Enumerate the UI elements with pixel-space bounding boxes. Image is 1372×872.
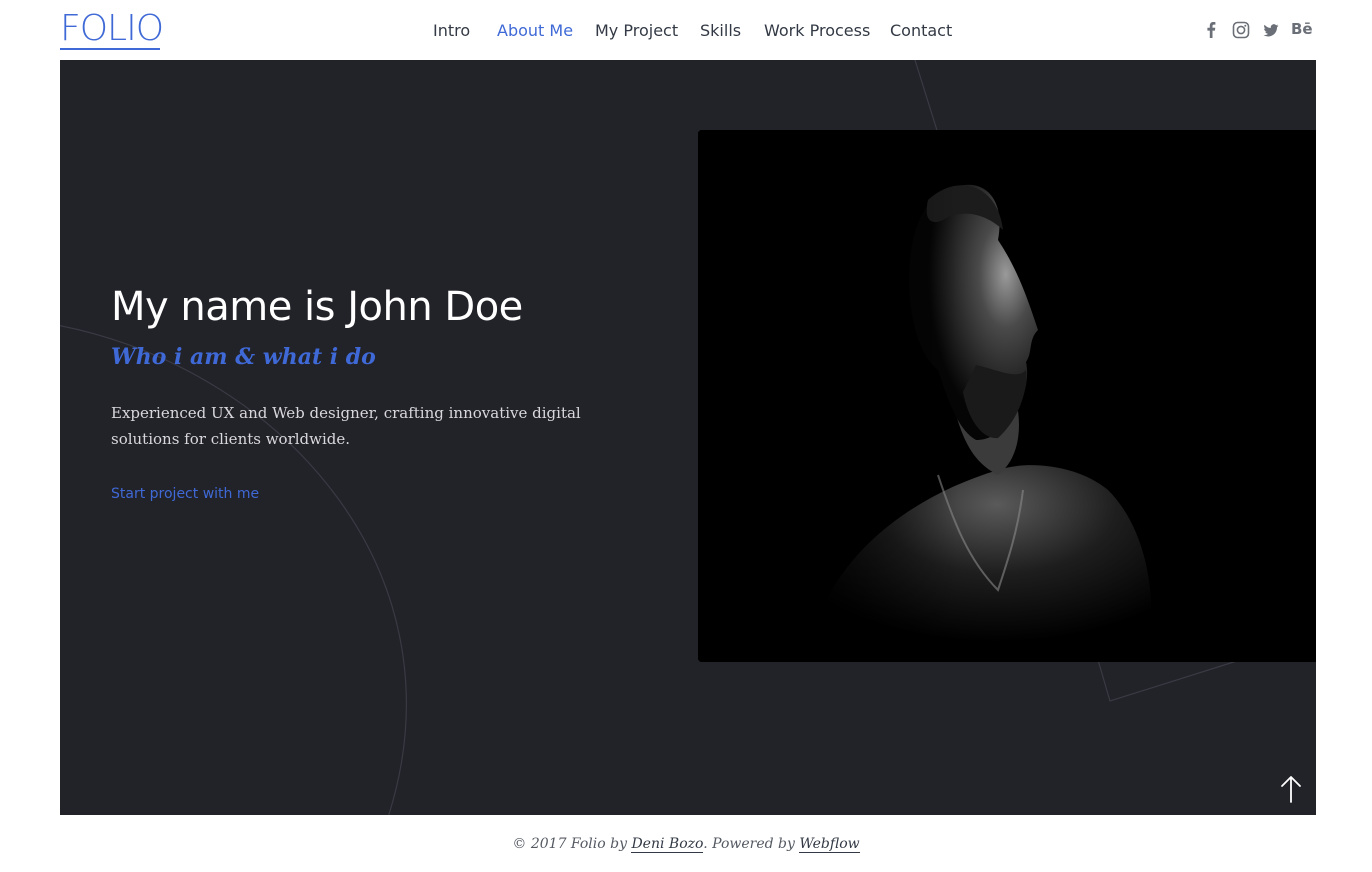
nav-item-work-process[interactable]: Work Process	[764, 19, 870, 43]
nav-item-about-me[interactable]: About Me	[497, 19, 573, 43]
instagram-icon[interactable]	[1232, 18, 1250, 42]
nav-item-intro[interactable]: Intro	[433, 19, 470, 43]
footer-author-link[interactable]: Deni Bozo	[631, 836, 704, 853]
start-project-link[interactable]: Start project with me	[111, 484, 259, 504]
footer-webflow-link[interactable]: Webflow	[799, 836, 860, 853]
twitter-icon[interactable]	[1262, 18, 1280, 42]
hero-description: Experienced UX and Web designer, craftin…	[111, 404, 581, 448]
hero-title: My name is John Doe	[111, 284, 523, 330]
hero-subtitle: Who i am & what i do	[111, 344, 376, 370]
logo-underline	[60, 48, 160, 50]
footer-copyright: © 2017 Folio by	[512, 836, 632, 852]
main-nav: Intro About Me My Project Skills Work Pr…	[0, 19, 1372, 43]
nav-item-skills[interactable]: Skills	[700, 19, 741, 43]
arrow-up-icon	[1281, 776, 1301, 803]
site-footer: © 2017 Folio by Deni Bozo. Powered by We…	[0, 832, 1372, 856]
about-hero: My name is John Doe Who i am & what i do…	[60, 60, 1316, 815]
site-header: FOLIO Intro About Me My Project Skills W…	[0, 0, 1372, 60]
nav-item-my-project[interactable]: My Project	[595, 19, 678, 43]
portrait-silhouette	[698, 130, 1316, 662]
profile-photo	[698, 130, 1316, 662]
behance-icon[interactable]: Bē	[1291, 18, 1313, 42]
facebook-icon[interactable]	[1203, 18, 1219, 42]
footer-powered-by: . Powered by	[703, 836, 800, 852]
nav-item-contact[interactable]: Contact	[890, 19, 952, 43]
scroll-to-top-button[interactable]	[1278, 774, 1304, 804]
